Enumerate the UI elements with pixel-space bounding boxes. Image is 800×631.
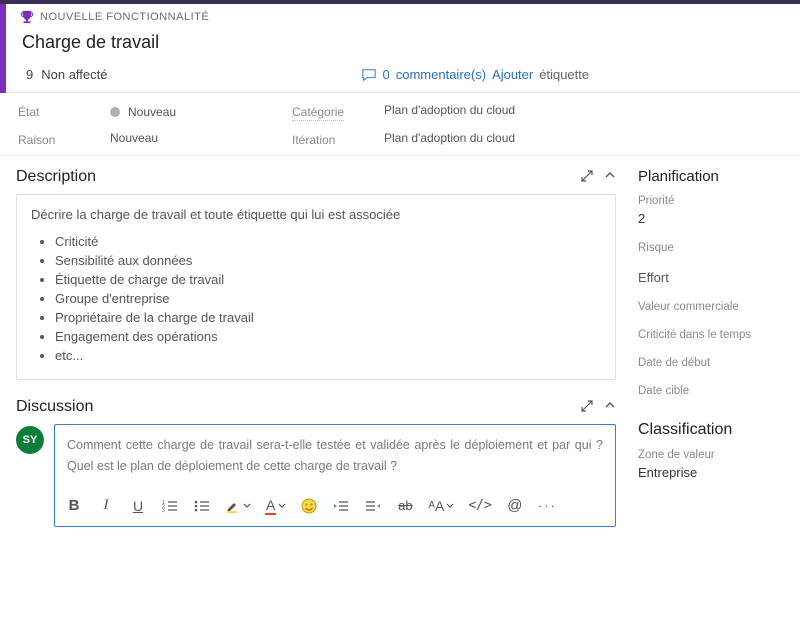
value-area-value: Entreprise — [638, 465, 786, 480]
time-crit-field[interactable]: Criticité dans le temps — [638, 329, 786, 341]
avatar[interactable]: SY — [16, 426, 44, 454]
risk-label: Risque — [638, 242, 786, 254]
assignee-index: 9 — [26, 67, 33, 82]
discussion-editor[interactable]: Comment cette charge de travail sera-t-e… — [54, 424, 616, 527]
font-color-button[interactable]: A — [265, 496, 286, 516]
effort-label: Effort — [638, 270, 786, 285]
highlight-button[interactable] — [225, 496, 251, 516]
header: NOUVELLE FONCTIONNALITÉ Charge de travai… — [0, 4, 800, 93]
iteration-field[interactable]: Plan d'adoption du cloud — [384, 131, 704, 147]
font-size-button[interactable]: AA — [428, 496, 454, 516]
business-value-field[interactable]: Valeur commerciale — [638, 301, 786, 313]
italic-button[interactable]: I — [97, 496, 115, 516]
underline-button[interactable]: U — [129, 496, 147, 516]
bold-button[interactable]: B — [65, 496, 83, 516]
comments-count: 0 — [383, 67, 390, 82]
list-item: Étiquette de charge de travail — [55, 270, 601, 289]
assignee-value: Non affecté — [41, 67, 107, 82]
planning-title: Planification — [638, 168, 786, 185]
list-item: Engagement des opérations — [55, 327, 601, 346]
value-area-field[interactable]: Zone de valeur Entreprise — [638, 449, 786, 480]
time-crit-label: Criticité dans le temps — [638, 329, 786, 341]
category-field[interactable]: Plan d'adoption du cloud — [384, 103, 704, 121]
list-item: etc... — [55, 346, 601, 365]
trophy-icon — [20, 10, 34, 24]
work-item-type-row: NOUVELLE FONCTIONNALITÉ — [20, 10, 790, 24]
discussion-text[interactable]: Comment cette charge de travail sera-t-e… — [55, 425, 615, 488]
state-dot-icon — [110, 107, 120, 117]
state-value: Nouveau — [128, 105, 176, 119]
outdent-button[interactable] — [332, 496, 350, 516]
assignee-field[interactable]: 9 Non affecté — [26, 67, 108, 82]
strikethrough-button[interactable]: ab — [396, 496, 414, 516]
expand-icon[interactable] — [580, 399, 594, 416]
indent-button[interactable] — [364, 496, 382, 516]
risk-field[interactable]: Risque — [638, 242, 786, 254]
work-item-type-label: NOUVELLE FONCTIONNALITÉ — [40, 11, 209, 23]
reason-label: Raison — [18, 131, 98, 147]
priority-label: Priorité — [638, 195, 786, 207]
business-value-label: Valeur commerciale — [638, 301, 786, 313]
state-field[interactable]: Nouveau — [110, 103, 280, 121]
start-date-field[interactable]: Date de début — [638, 357, 786, 369]
emoji-button[interactable] — [300, 496, 318, 516]
tag-label: étiquette — [539, 67, 589, 82]
chevron-up-icon[interactable] — [604, 169, 616, 186]
mention-button[interactable]: @ — [506, 496, 524, 516]
comments-link[interactable]: 0 commentaire(s) Ajouter étiquette — [361, 67, 590, 82]
list-item: Propriétaire de la charge de travail — [55, 308, 601, 327]
description-list: Criticité Sensibilité aux données Étique… — [55, 232, 601, 365]
numbered-list-button[interactable]: 123 — [161, 496, 179, 516]
priority-field[interactable]: Priorité 2 — [638, 195, 786, 226]
description-editor[interactable]: Décrire la charge de travail et toute ét… — [16, 194, 616, 380]
editor-toolbar: B I U 123 A — [55, 488, 615, 526]
comments-word: commentaire(s) — [396, 67, 486, 82]
target-date-label: Date cible — [638, 385, 786, 397]
list-item: Groupe d'entreprise — [55, 289, 601, 308]
fields-grid: État Nouveau Catégorie Plan d'adoption d… — [0, 93, 800, 156]
reason-field[interactable]: Nouveau — [110, 131, 280, 147]
target-date-field[interactable]: Date cible — [638, 385, 786, 397]
chevron-up-icon[interactable] — [604, 399, 616, 416]
priority-value: 2 — [638, 211, 786, 226]
description-title: Description — [16, 168, 580, 186]
expand-icon[interactable] — [580, 169, 594, 186]
state-label: État — [18, 103, 98, 121]
page-title[interactable]: Charge de travail — [22, 32, 790, 53]
bullet-list-button[interactable] — [193, 496, 211, 516]
code-button[interactable]: </> — [468, 496, 491, 516]
list-item: Criticité — [55, 232, 601, 251]
add-tag-button[interactable]: Ajouter — [492, 67, 533, 82]
comment-icon — [361, 68, 377, 82]
list-item: Sensibilité aux données — [55, 251, 601, 270]
value-area-label: Zone de valeur — [638, 449, 786, 461]
classification-title: Classification — [638, 421, 786, 439]
discussion-title: Discussion — [16, 398, 580, 416]
description-intro: Décrire la charge de travail et toute ét… — [31, 207, 601, 222]
more-button[interactable]: ··· — [538, 496, 557, 516]
start-date-label: Date de début — [638, 357, 786, 369]
category-label: Catégorie — [292, 103, 344, 121]
svg-text:3: 3 — [162, 508, 165, 513]
iteration-label: Itération — [292, 131, 372, 147]
effort-field[interactable]: Effort — [638, 270, 786, 285]
side-panel: Planification Priorité 2 Risque Effort V… — [630, 156, 800, 547]
